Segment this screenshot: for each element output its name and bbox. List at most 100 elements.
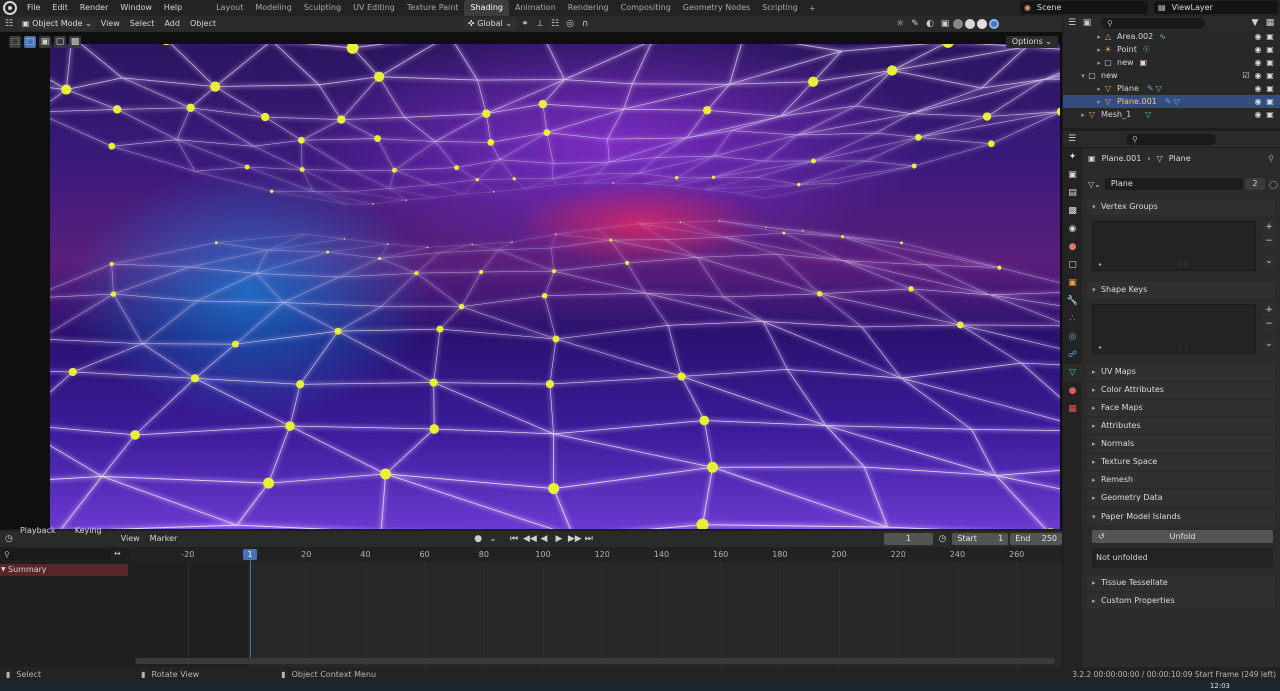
wireframe-shading-icon[interactable] [953, 19, 964, 29]
constraints-tab-icon[interactable]: ☍ [1063, 346, 1082, 364]
panel-remesh[interactable]: ▸ Remesh [1087, 472, 1275, 488]
snap-target-icon[interactable]: ☷ [549, 18, 561, 30]
output-tab-icon[interactable]: ▤ [1063, 184, 1082, 202]
panel-tissue-tessellate[interactable]: ▸ Tissue Tessellate [1087, 575, 1275, 591]
add-shape-key-button[interactable]: + [1263, 304, 1275, 316]
menu-file[interactable]: File [21, 0, 46, 16]
play-icon[interactable]: ▶ [553, 533, 565, 545]
properties-search-input[interactable]: ⚲ [1126, 133, 1216, 145]
checkbox-icon[interactable]: ☑ [1240, 71, 1252, 80]
eye-icon[interactable]: ◉ [1252, 71, 1264, 80]
panel-uv-maps[interactable]: ▸ UV Maps [1087, 364, 1275, 380]
unfold-button[interactable]: ↺ Unfold [1092, 530, 1273, 543]
world-tab-icon[interactable]: ● [1063, 238, 1082, 256]
tab-geometry-nodes[interactable]: Geometry Nodes [677, 0, 756, 16]
menu-window[interactable]: Window [114, 0, 158, 16]
camera-icon[interactable]: ▣ [1264, 71, 1276, 80]
select-extend-icon[interactable]: ▣ [39, 36, 51, 48]
select-tool-icon[interactable]: ⬚ [9, 36, 21, 48]
new-collection-icon[interactable]: ▦ [1264, 17, 1276, 29]
add-workspace-button[interactable]: + [804, 4, 821, 13]
falloff-icon[interactable]: ∩ [579, 18, 591, 30]
panel-normals[interactable]: ▸ Normals [1087, 436, 1275, 452]
panel-attributes[interactable]: ▸ Attributes [1087, 418, 1275, 434]
timeline-scrollbar[interactable] [135, 658, 1055, 664]
tab-rendering[interactable]: Rendering [562, 0, 615, 16]
texture-tab-icon[interactable]: ▦ [1063, 400, 1082, 418]
playhead-frame-badge[interactable]: 1 [243, 549, 257, 560]
collapse-icon[interactable]: ▾ [1079, 72, 1087, 80]
physics-tab-icon[interactable]: ◎ [1063, 328, 1082, 346]
rendered-shading-icon[interactable] [989, 19, 1000, 29]
3d-viewport[interactable]: ⬚ □ ▣ ▢ ▩ Options ⌄ [0, 32, 1062, 529]
tab-animation[interactable]: Animation [509, 0, 562, 16]
render-tab-icon[interactable]: ▣ [1063, 166, 1082, 184]
remove-vertex-group-button[interactable]: − [1263, 235, 1275, 247]
select-invert-icon[interactable]: ▩ [69, 36, 81, 48]
filter-icon[interactable]: ▼ [1249, 17, 1261, 29]
mesh-data-tab-icon[interactable]: ▽ [1063, 364, 1082, 382]
list-expand-icon[interactable]: ▸ [1099, 261, 1102, 268]
menu-select[interactable]: Select [125, 16, 160, 32]
camera-icon[interactable]: ▣ [1264, 97, 1276, 106]
jump-start-icon[interactable]: ⏮ [508, 533, 520, 545]
orientation-selector[interactable]: ✜ Global ⌄ [464, 18, 517, 30]
outliner-row-selected[interactable]: ▸ ▽ Plane.001 ✎ ▽ ◉ ▣ [1063, 95, 1280, 108]
menu-marker[interactable]: Marker [145, 531, 183, 547]
shape-keys-list[interactable]: ▸ ⋮⋮ [1092, 304, 1256, 354]
panel-shape-keys[interactable]: ▾ Shape Keys [1087, 282, 1275, 298]
eye-icon[interactable]: ◉ [1252, 110, 1264, 119]
outliner-editor-icon[interactable]: ☰ [1066, 17, 1078, 29]
particles-tab-icon[interactable]: ∴ [1063, 310, 1082, 328]
view-layer-tab-icon[interactable]: ▩ [1063, 202, 1082, 220]
swap-icon[interactable]: ↔ [114, 549, 121, 558]
expand-icon[interactable]: ▸ [1095, 85, 1103, 93]
xray-icon[interactable]: ▣ [939, 18, 951, 30]
camera-icon[interactable]: ▣ [1264, 84, 1276, 93]
timeline-editor-icon[interactable]: ◷ [3, 533, 15, 545]
eye-icon[interactable]: ◉ [1252, 45, 1264, 54]
tab-layout[interactable]: Layout [210, 0, 249, 16]
fake-user-icon[interactable]: ◯ [1269, 180, 1278, 189]
eye-icon[interactable]: ◉ [1252, 84, 1264, 93]
menu-help[interactable]: Help [158, 0, 188, 16]
preview-range-icon[interactable]: ◷ [936, 533, 948, 545]
eye-icon[interactable]: ◉ [1252, 97, 1264, 106]
outliner-row[interactable]: ▸ ▢ new ▣ ◉ ▣ [1063, 56, 1280, 69]
panel-geometry-data[interactable]: ▸ Geometry Data [1087, 490, 1275, 506]
camera-icon[interactable]: ▣ [1264, 32, 1276, 41]
mesh-name-field[interactable]: Plane [1104, 178, 1244, 190]
current-frame-field[interactable]: 1 [883, 533, 934, 545]
solid-shading-icon[interactable] [965, 19, 976, 29]
channel-search-input[interactable]: ⚲ [2, 549, 110, 560]
panel-custom-properties[interactable]: ▸ Custom Properties [1087, 593, 1275, 609]
proportional-edit-icon[interactable]: ◎ [564, 18, 576, 30]
next-keyframe-icon[interactable]: ▶▶ [568, 533, 582, 545]
scene-selector[interactable]: ◉ Scene [1020, 1, 1148, 14]
prev-keyframe-icon[interactable]: ◀◀ [523, 533, 537, 545]
vertex-group-specials-button[interactable]: ⌄ [1263, 255, 1275, 267]
select-box-icon[interactable]: □ [24, 36, 36, 48]
start-frame-field[interactable]: Start 1 [952, 533, 1009, 545]
panel-texture-space[interactable]: ▸ Texture Space [1087, 454, 1275, 470]
add-vertex-group-button[interactable]: + [1263, 221, 1275, 233]
panel-vertex-groups[interactable]: ▾ Vertex Groups [1087, 199, 1275, 215]
outliner-row[interactable]: ▾ ▢ new ☑ ◉ ▣ [1063, 69, 1280, 82]
outliner-row[interactable]: ▸ ▽ Mesh_1 ▽ ◉ ▣ [1063, 108, 1280, 121]
scene-tab-icon[interactable]: ◉ [1063, 220, 1082, 238]
eye-icon[interactable]: ◉ [1252, 32, 1264, 41]
gizmo-icon[interactable]: ✎ [909, 18, 921, 30]
tab-sculpting[interactable]: Sculpting [298, 0, 347, 16]
outliner-row[interactable]: ▸ ▽ Plane ✎ ▽ ◉ ▣ [1063, 82, 1280, 95]
camera-icon[interactable]: ▣ [1264, 45, 1276, 54]
tab-scripting[interactable]: Scripting [756, 0, 804, 16]
list-expand-icon[interactable]: ▸ [1099, 344, 1102, 351]
menu-edit[interactable]: Edit [46, 0, 74, 16]
eye-icon[interactable]: ◉ [1252, 58, 1264, 67]
expand-icon[interactable]: ▸ [1079, 111, 1087, 119]
expand-icon[interactable]: ▸ [1095, 59, 1103, 67]
camera-icon[interactable]: ▣ [1264, 58, 1276, 67]
properties-editor-icon[interactable]: ☰ [1066, 133, 1078, 145]
resize-handle-icon[interactable]: ⋮⋮ [1177, 261, 1189, 268]
visibility-icon[interactable]: ☼ [894, 18, 906, 30]
